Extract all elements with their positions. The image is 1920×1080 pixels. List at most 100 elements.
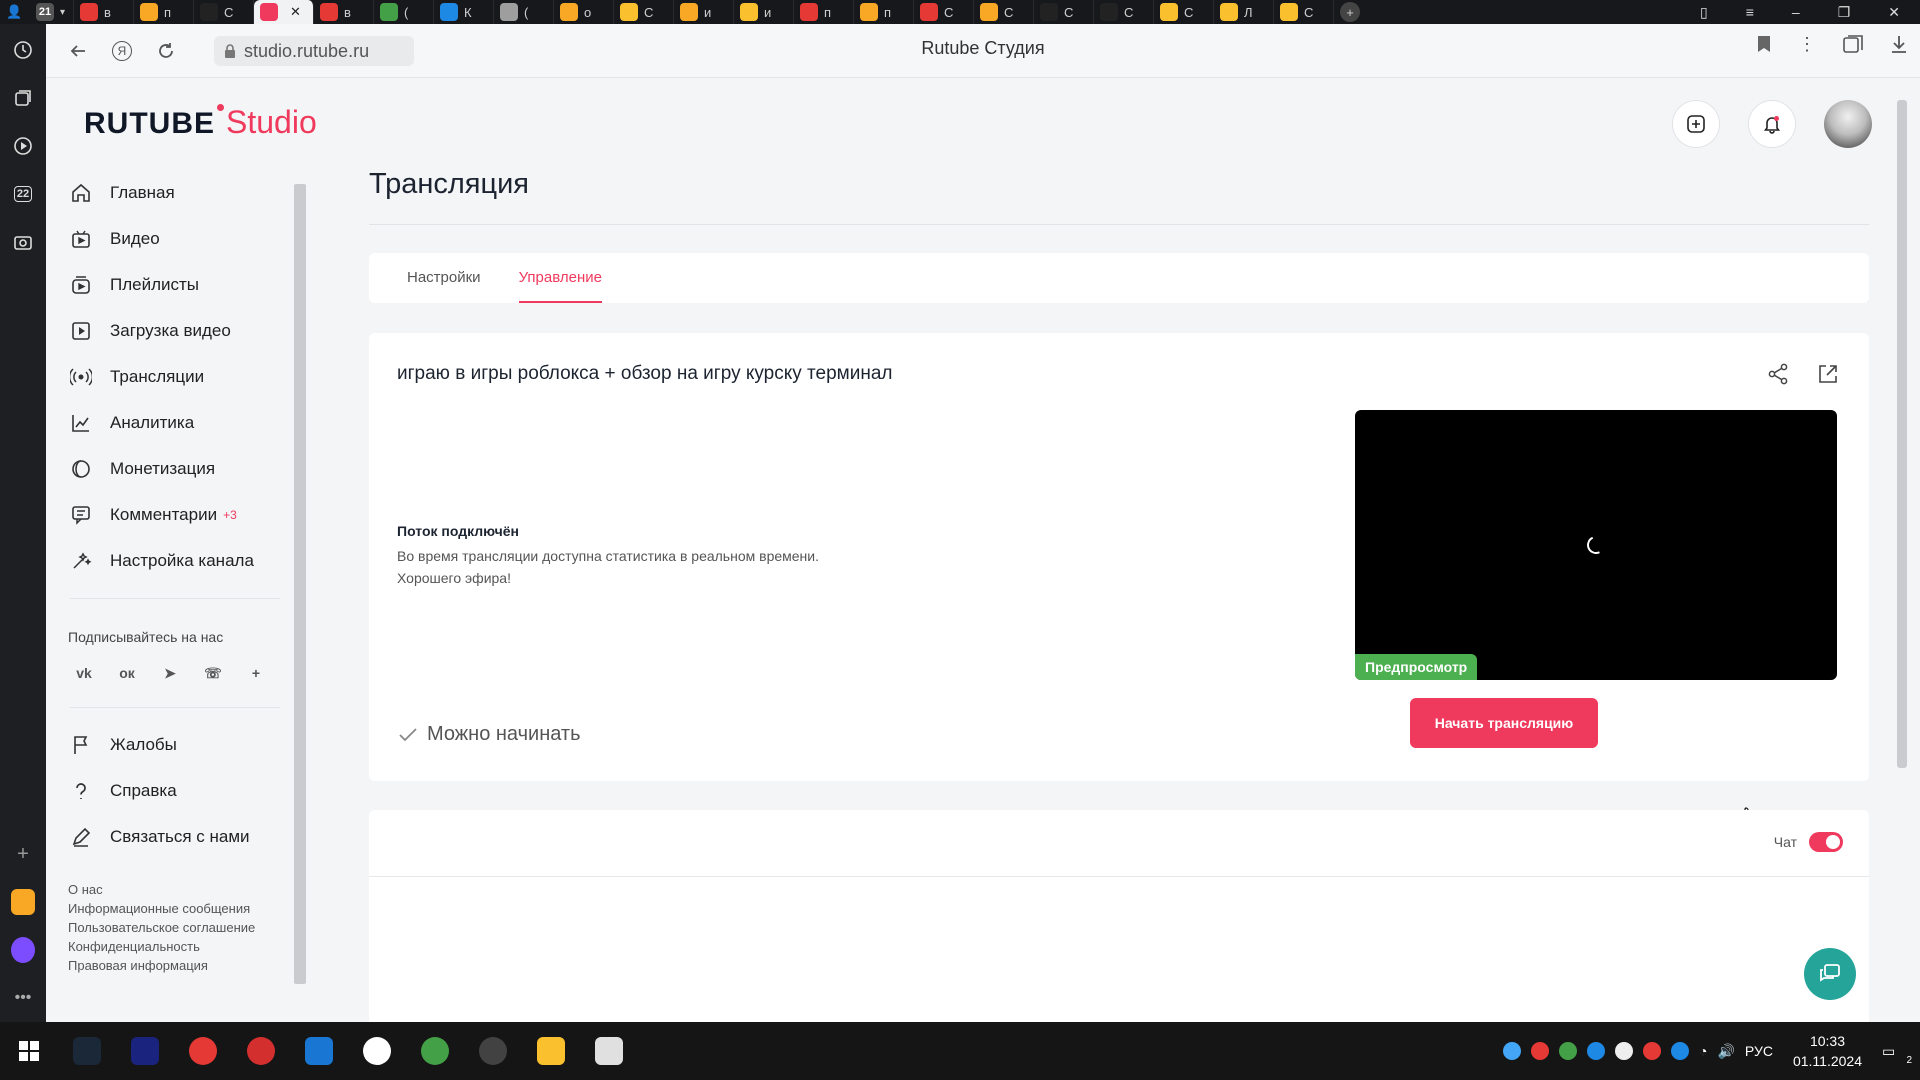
browser-tab[interactable]: С xyxy=(914,0,974,24)
sidebar-scrollbar-thumb[interactable] xyxy=(294,184,306,984)
app-taskbar-button[interactable] xyxy=(116,1022,174,1080)
utorrent-taskbar-button[interactable] xyxy=(406,1022,464,1080)
vk-icon[interactable]: vk xyxy=(72,661,96,685)
page-scrollbar[interactable] xyxy=(1895,78,1909,1022)
start-broadcast-button[interactable]: Начать трансляцию xyxy=(1410,698,1598,748)
sidebar-item-contact[interactable]: Связаться с нами xyxy=(46,814,296,860)
app-taskbar-button[interactable] xyxy=(580,1022,638,1080)
ok-icon[interactable]: ок xyxy=(115,661,139,685)
plus-icon[interactable]: + xyxy=(244,661,268,685)
sidebar-item-monetization[interactable]: Монетизация xyxy=(46,446,296,492)
start-button[interactable] xyxy=(0,1022,58,1080)
sidebar-item-channel-settings[interactable]: Настройка канала xyxy=(46,538,296,584)
tab-management[interactable]: Управление xyxy=(518,253,603,303)
footer-link[interactable]: Правовая информация xyxy=(68,956,296,975)
browser-tab[interactable]: С xyxy=(614,0,674,24)
calendar-icon[interactable]: 22 xyxy=(11,182,35,206)
browser-tab[interactable]: С xyxy=(1154,0,1214,24)
sidebar-item-broadcast[interactable]: Трансляции xyxy=(46,354,296,400)
tray-app-icon[interactable] xyxy=(1503,1042,1522,1060)
tray-app-icon[interactable] xyxy=(1671,1042,1690,1060)
browser-tab[interactable]: К xyxy=(434,0,494,24)
bookmark-icon[interactable] xyxy=(1756,34,1772,54)
sidebar-item-playlist[interactable]: Плейлисты xyxy=(46,262,296,308)
folder-taskbar-button[interactable] xyxy=(522,1022,580,1080)
viber-icon[interactable]: ☏ xyxy=(201,661,225,685)
reload-button[interactable] xyxy=(144,29,188,73)
open-external-icon[interactable] xyxy=(1817,363,1839,385)
create-button[interactable] xyxy=(1672,100,1720,148)
browser-tab[interactable]: в xyxy=(74,0,134,24)
footer-link[interactable]: Пользовательское соглашение xyxy=(68,918,296,937)
collections-button-icon[interactable] xyxy=(1842,34,1864,54)
tray-app-icon[interactable] xyxy=(1559,1042,1578,1060)
wifi-icon[interactable]: ◔ xyxy=(1699,1043,1707,1059)
close-button[interactable]: ✕ xyxy=(1888,4,1900,21)
restore-button[interactable]: ❐ xyxy=(1838,4,1851,21)
close-tab-icon[interactable]: ✕ xyxy=(290,4,301,20)
explorer-taskbar-button[interactable] xyxy=(290,1022,348,1080)
browser-tab[interactable]: о xyxy=(554,0,614,24)
obs-taskbar-button[interactable] xyxy=(464,1022,522,1080)
sidebar-item-flag[interactable]: Жалобы xyxy=(46,722,296,768)
volume-icon[interactable]: 🔊 xyxy=(1717,1043,1734,1060)
yandex-browser-taskbar-button[interactable] xyxy=(348,1022,406,1080)
history-icon[interactable] xyxy=(11,38,35,62)
browser-tab[interactable]: С xyxy=(1274,0,1334,24)
sidebar-item-upload[interactable]: Загрузка видео xyxy=(46,308,296,354)
tray-app-icon[interactable] xyxy=(1531,1042,1550,1060)
browser-tab[interactable]: в xyxy=(314,0,374,24)
share-icon[interactable] xyxy=(1767,363,1789,385)
user-menu[interactable]: 👤 xyxy=(0,0,30,24)
back-button[interactable] xyxy=(56,29,100,73)
browser-tab[interactable]: С xyxy=(1034,0,1094,24)
notifications-button[interactable] xyxy=(1748,100,1796,148)
yandex-home-button[interactable]: Я xyxy=(100,29,144,73)
tray-app-icon[interactable] xyxy=(1615,1042,1634,1060)
page-scrollbar-thumb[interactable] xyxy=(1897,100,1907,768)
collections-icon[interactable] xyxy=(11,86,35,110)
add-panel-icon[interactable]: + xyxy=(11,842,35,866)
browser-tab[interactable]: ( xyxy=(374,0,434,24)
tab-counter[interactable]: 21 ▾ xyxy=(30,0,74,24)
notifications-button[interactable]: ▭ 2 xyxy=(1882,1043,1912,1066)
browser-tab[interactable]: С xyxy=(194,0,254,24)
sidebar-item-analytics[interactable]: Аналитика xyxy=(46,400,296,446)
rutube-studio-logo[interactable]: RUTUBE Studio xyxy=(84,104,317,141)
avatar[interactable] xyxy=(1824,100,1872,148)
telegram-icon[interactable]: ➤ xyxy=(158,661,182,685)
minimize-button[interactable]: – xyxy=(1792,4,1800,20)
stream-preview[interactable]: Предпросмотр xyxy=(1355,410,1837,680)
language-indicator[interactable]: РУС xyxy=(1745,1043,1773,1059)
chat-toggle[interactable] xyxy=(1809,832,1843,852)
opera-taskbar-button[interactable] xyxy=(232,1022,290,1080)
download-icon[interactable] xyxy=(1890,34,1908,54)
screenshot-icon[interactable] xyxy=(11,230,35,254)
support-chat-button[interactable] xyxy=(1804,948,1856,1000)
browser-tab[interactable]: С xyxy=(974,0,1034,24)
bookmarks-icon[interactable]: ▯ xyxy=(1700,4,1708,21)
yandex-taskbar-button[interactable] xyxy=(174,1022,232,1080)
browser-tab[interactable]: ( xyxy=(494,0,554,24)
sidebar-item-help[interactable]: Справка xyxy=(46,768,296,814)
menu-icon[interactable]: ≡ xyxy=(1746,4,1754,20)
more-menu-icon[interactable]: ⋮ xyxy=(1798,34,1816,54)
clock[interactable]: 10:33 01.11.2024 xyxy=(1793,1031,1862,1071)
mail-app-icon[interactable] xyxy=(11,889,35,915)
browser-tab[interactable]: и xyxy=(674,0,734,24)
url-field[interactable]: studio.rutube.ru xyxy=(214,36,414,66)
new-tab-button[interactable]: + xyxy=(1334,0,1374,24)
browser-tab[interactable]: п xyxy=(794,0,854,24)
browser-tab[interactable]: и xyxy=(734,0,794,24)
browser-tab[interactable]: С xyxy=(1094,0,1154,24)
footer-link[interactable]: О нас xyxy=(68,880,296,899)
tab-settings[interactable]: Настройки xyxy=(407,253,481,303)
steam-taskbar-button[interactable] xyxy=(58,1022,116,1080)
alice-icon[interactable] xyxy=(11,937,35,963)
sidebar-scrollbar[interactable] xyxy=(294,170,306,1022)
more-icon[interactable]: ••• xyxy=(11,986,35,1010)
tray-app-icon[interactable] xyxy=(1587,1042,1606,1060)
sidebar-item-video[interactable]: Видео xyxy=(46,216,296,262)
browser-tab[interactable]: п xyxy=(854,0,914,24)
browser-tab[interactable]: Л xyxy=(1214,0,1274,24)
